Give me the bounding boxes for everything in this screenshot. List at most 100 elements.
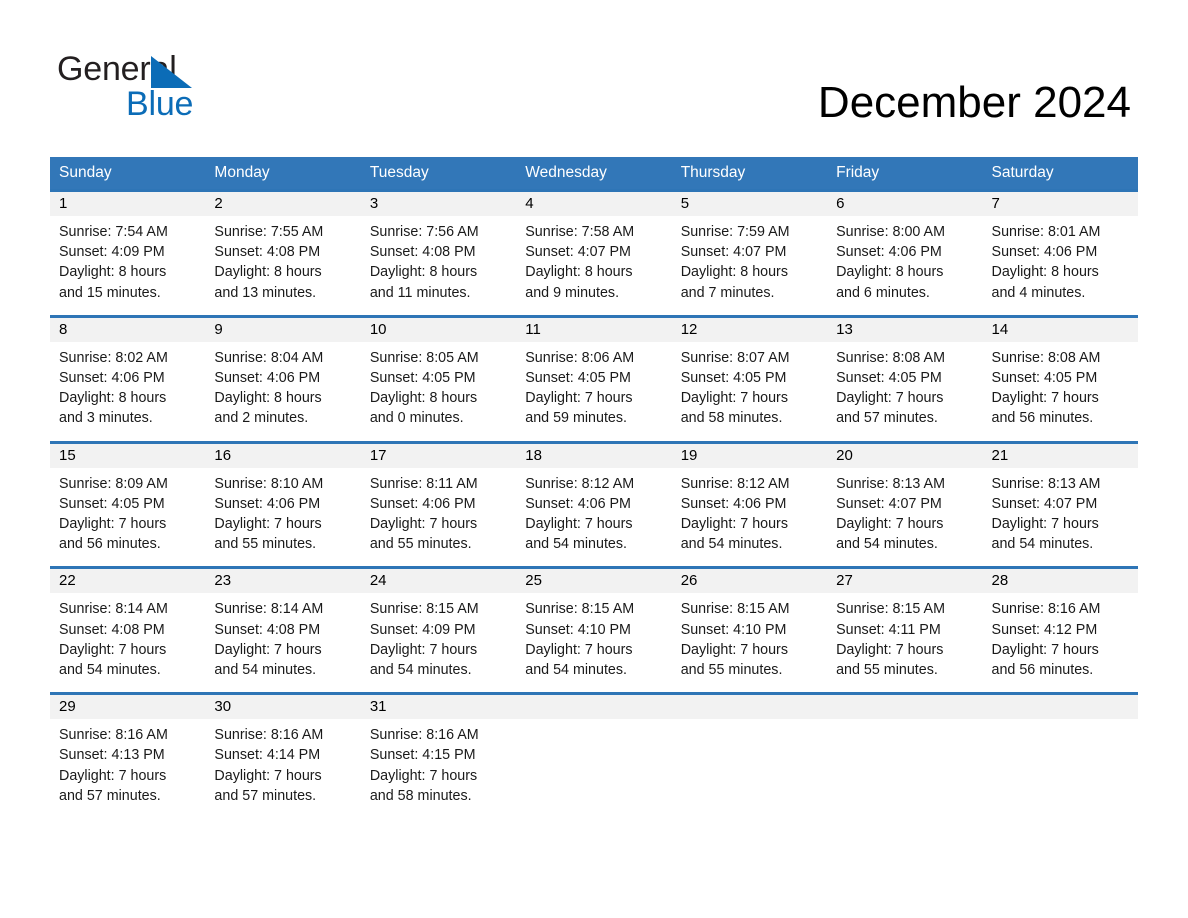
daylight-minutes: and 2 minutes. (214, 410, 309, 427)
calendar-day-cell[interactable]: 1 Sunrise: 7:54 AM Sunset: 4:09 PM Daylight… (50, 192, 206, 309)
day-details: Sunrise: 8:12 AM Sunset: 4:06 PM Daylight:… (672, 468, 827, 561)
day-number: 24 (360, 569, 517, 594)
weekday-header-sunday: Sunday (59, 164, 112, 181)
calendar-day-cell[interactable]: 20 Sunrise: 8:13 AM Sunset: 4:07 PM Dayligh… (827, 443, 983, 561)
calendar-day-cell[interactable]: 30 Sunrise: 8:16 AM Sunset: 4:14 PM Dayligh… (205, 695, 361, 813)
day-number: 3 (360, 192, 517, 216)
calendar-day-cell[interactable]: 2 Sunrise: 7:55 AM Sunset: 4:08 PM Daylight… (205, 192, 361, 309)
calendar-day-cell[interactable]: 6 Sunrise: 8:00 AM Sunset: 4:06 PM Daylight… (827, 192, 983, 309)
sunset-time: Sunset: 4:06 PM (59, 370, 165, 387)
sunrise-time: Sunrise: 8:13 AM (836, 475, 945, 492)
calendar-day-cell[interactable]: 3 Sunrise: 7:56 AM Sunset: 4:08 PM Daylight… (360, 192, 517, 309)
day-details: Sunrise: 8:01 AM Sunset: 4:06 PM Daylight:… (983, 216, 1138, 309)
sunset-time: Sunset: 4:06 PM (214, 370, 321, 387)
calendar-day-cell[interactable]: 29 Sunrise: 8:16 AM Sunset: 4:13 PM Dayligh… (50, 695, 206, 813)
weekday-header-monday: Monday (214, 164, 270, 181)
calendar-day-cell[interactable]: 23 Sunrise: 8:14 AM Sunset: 4:08 PM Dayligh… (205, 569, 361, 687)
daylight-hours: Daylight: 7 hours (680, 390, 788, 407)
sunset-time: Sunset: 4:05 PM (525, 370, 631, 387)
calendar-page: General Blue December 2024 Bishops Lydea… (0, 0, 1188, 918)
day-details: Sunrise: 8:15 AM Sunset: 4:11 PM Daylight:… (827, 593, 982, 686)
calendar-day-cell[interactable]: 10 Sunrise: 8:05 AM Sunset: 4:05 PM Dayligh… (360, 317, 517, 435)
sunrise-time: Sunrise: 8:06 AM (525, 349, 635, 366)
daylight-minutes: and 0 minutes. (369, 410, 464, 427)
day-number: 10 (360, 317, 517, 342)
day-number: 15 (50, 443, 206, 468)
day-number: 18 (516, 443, 672, 468)
sunrise-time: Sunrise: 8:11 AM (369, 475, 478, 492)
day-number (671, 695, 828, 720)
sunset-time: Sunset: 4:05 PM (991, 370, 1098, 387)
sunset-time: Sunset: 4:08 PM (369, 244, 476, 261)
day-details: Sunrise: 8:14 AM Sunset: 4:08 PM Daylight:… (50, 593, 205, 686)
daylight-minutes: and 13 minutes. (214, 284, 317, 301)
daylight-hours: Daylight: 7 hours (525, 641, 633, 658)
daylight-hours: Daylight: 7 hours (836, 516, 944, 533)
sunset-time: Sunset: 4:08 PM (214, 621, 321, 638)
calendar-day-cell[interactable]: 27 Sunrise: 8:15 AM Sunset: 4:11 PM Dayligh… (827, 569, 983, 687)
daylight-minutes: and 55 minutes. (836, 662, 938, 679)
day-details: Sunrise: 8:13 AM Sunset: 4:07 PM Daylight:… (983, 468, 1138, 561)
sunset-time: Sunset: 4:07 PM (680, 244, 787, 261)
calendar-day-cell[interactable]: 12 Sunrise: 8:07 AM Sunset: 4:05 PM Dayligh… (671, 317, 828, 435)
daylight-minutes: and 9 minutes. (525, 284, 620, 301)
weekday-header-tuesday: Tuesday (369, 164, 429, 181)
sunset-time: Sunset: 4:05 PM (59, 495, 165, 512)
daylight-hours: Daylight: 8 hours (836, 264, 944, 281)
calendar-day-cell[interactable]: 26 Sunrise: 8:15 AM Sunset: 4:10 PM Dayligh… (671, 569, 828, 687)
calendar-day-cell[interactable]: 18 Sunrise: 8:12 AM Sunset: 4:06 PM Dayligh… (516, 443, 672, 561)
sunrise-time: Sunrise: 8:16 AM (991, 601, 1101, 618)
day-number: 22 (50, 569, 206, 594)
daylight-hours: Daylight: 7 hours (525, 516, 633, 533)
sunrise-time: Sunrise: 8:07 AM (680, 349, 790, 366)
day-number: 12 (671, 317, 828, 342)
calendar-day-cell[interactable]: 25 Sunrise: 8:15 AM Sunset: 4:10 PM Dayligh… (516, 569, 672, 687)
weekday-header-friday: Friday (836, 164, 880, 181)
day-number: 23 (205, 569, 361, 594)
calendar-day-cell[interactable]: 9 Sunrise: 8:04 AM Sunset: 4:06 PM Daylight… (205, 317, 361, 435)
calendar-day-cell[interactable]: 11 Sunrise: 8:06 AM Sunset: 4:05 PM Dayligh… (516, 317, 672, 435)
daylight-hours: Daylight: 7 hours (59, 641, 167, 658)
day-number: 9 (205, 317, 361, 342)
calendar-day-cell[interactable]: 14 Sunrise: 8:08 AM Sunset: 4:05 PM Dayligh… (982, 317, 1138, 435)
sunrise-time: Sunrise: 8:14 AM (214, 601, 324, 618)
calendar-day-cell[interactable]: 28 Sunrise: 8:16 AM Sunset: 4:12 PM Dayligh… (982, 569, 1138, 687)
day-details: Sunrise: 8:16 AM Sunset: 4:14 PM Daylight:… (205, 719, 360, 812)
day-number: 30 (205, 695, 361, 720)
day-details: Sunrise: 8:16 AM Sunset: 4:15 PM Daylight:… (361, 719, 516, 812)
sunrise-time: Sunrise: 7:59 AM (680, 224, 790, 240)
weekday-header-row: Sunday Monday Tuesday Wednesday Thursday Frid… (50, 157, 1138, 189)
calendar-day-cell[interactable]: 5 Sunrise: 7:59 AM Sunset: 4:07 PM Daylight… (671, 192, 828, 309)
daylight-hours: Daylight: 7 hours (59, 516, 167, 533)
sunset-time: Sunset: 4:05 PM (836, 370, 942, 387)
daylight-minutes: and 55 minutes. (680, 662, 783, 679)
calendar-day-cell[interactable]: 22 Sunrise: 8:14 AM Sunset: 4:08 PM Dayligh… (50, 569, 206, 687)
calendar-day-cell[interactable]: 8 Sunrise: 8:02 AM Sunset: 4:06 PM Daylight… (50, 317, 206, 435)
calendar-day-cell[interactable]: 15 Sunrise: 8:09 AM Sunset: 4:05 PM Dayligh… (50, 443, 206, 561)
calendar-day-cell[interactable]: 19 Sunrise: 8:12 AM Sunset: 4:06 PM Dayligh… (671, 443, 828, 561)
day-number: 29 (50, 695, 206, 720)
generalblue-logo[interactable]: General Blue (57, 50, 357, 130)
calendar-day-cell[interactable]: 4 Sunrise: 7:58 AM Sunset: 4:07 PM Daylight… (516, 192, 672, 309)
day-number: 6 (827, 192, 983, 216)
daylight-minutes: and 55 minutes. (214, 536, 317, 553)
calendar-grid: Sunday Monday Tuesday Wednesday Thursday Frid… (50, 157, 1138, 813)
calendar-day-cell[interactable]: 17 Sunrise: 8:11 AM Sunset: 4:06 PM Dayligh… (360, 443, 517, 561)
daylight-hours: Daylight: 8 hours (214, 390, 322, 407)
calendar-day-cell[interactable]: 21 Sunrise: 8:13 AM Sunset: 4:07 PM Dayligh… (982, 443, 1138, 561)
daylight-hours: Daylight: 7 hours (991, 641, 1099, 658)
day-details: Sunrise: 8:16 AM Sunset: 4:13 PM Daylight:… (50, 719, 205, 812)
calendar-day-cell[interactable]: 7 Sunrise: 8:01 AM Sunset: 4:06 PM Daylight… (982, 192, 1138, 309)
daylight-hours: Daylight: 7 hours (369, 767, 478, 784)
sunset-time: Sunset: 4:08 PM (214, 244, 321, 261)
calendar-day-cell[interactable]: 31 Sunrise: 8:16 AM Sunset: 4:15 PM Dayligh… (360, 695, 517, 813)
calendar-day-cell-empty (516, 695, 672, 813)
calendar-day-cell[interactable]: 24 Sunrise: 8:15 AM Sunset: 4:09 PM Dayligh… (360, 569, 517, 687)
daylight-hours: Daylight: 7 hours (680, 516, 788, 533)
day-details: Sunrise: 8:12 AM Sunset: 4:06 PM Daylight:… (516, 468, 671, 561)
day-details: Sunrise: 7:54 AM Sunset: 4:09 PM Daylight:… (50, 216, 205, 309)
daylight-hours: Daylight: 7 hours (836, 390, 944, 407)
calendar-day-cell[interactable]: 13 Sunrise: 8:08 AM Sunset: 4:05 PM Dayligh… (827, 317, 983, 435)
calendar-day-cell[interactable]: 16 Sunrise: 8:10 AM Sunset: 4:06 PM Dayligh… (205, 443, 361, 561)
calendar-week-row: 1 Sunrise: 7:54 AM Sunset: 4:09 PM Daylight… (50, 189, 1138, 309)
